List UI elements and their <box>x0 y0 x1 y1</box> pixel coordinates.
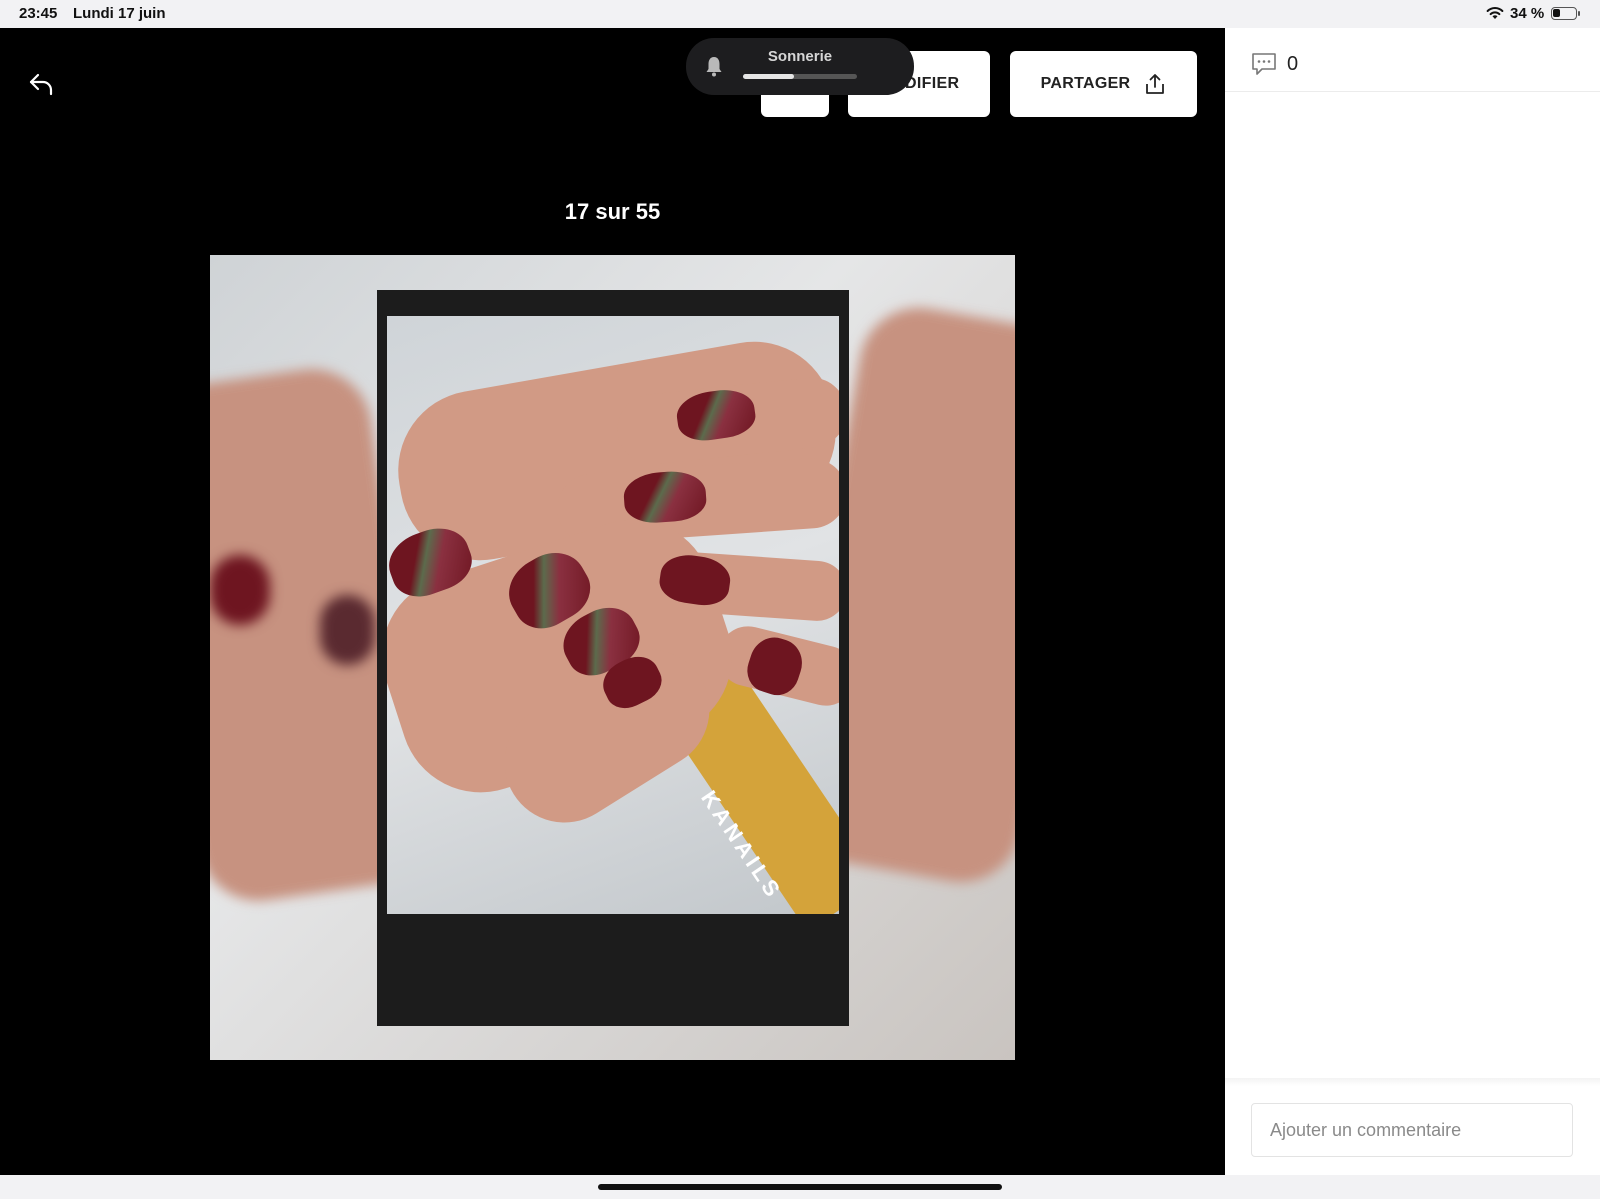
photo-blur-nail-left-2 <box>320 595 375 665</box>
comment-icon <box>1252 53 1276 75</box>
sidebar-divider <box>1225 91 1600 92</box>
battery-tip <box>1578 11 1580 16</box>
photo-counter: 17 sur 55 <box>564 199 661 224</box>
photo-inner: KANAILS <box>387 316 839 914</box>
share-button[interactable]: PARTAGER <box>1010 51 1197 117</box>
photo-polaroid-frame: KANAILS <box>377 290 849 1026</box>
volume-level-track <box>743 74 857 79</box>
photo-blur-nail-left <box>210 555 270 625</box>
volume-hud: Sonnerie <box>686 38 914 95</box>
battery-percent: 34 % <box>1510 5 1545 22</box>
comment-count-value: 0 <box>1287 52 1299 75</box>
photo-image[interactable]: KANAILS <box>210 255 1015 1060</box>
status-bar: 23:45 Lundi 17 juin 34 % <box>0 0 1600 28</box>
home-indicator[interactable] <box>598 1184 1002 1190</box>
comment-input[interactable] <box>1251 1103 1573 1157</box>
volume-hud-label: Sonnerie <box>767 48 833 65</box>
photo-viewer: MODIFIER PARTAGER 17 sur 55 KANAILS Sonn… <box>0 28 1225 1175</box>
sidebar-footer-shadow <box>1225 1078 1600 1086</box>
share-icon <box>1146 74 1165 94</box>
status-time: 23:45 <box>19 5 58 22</box>
share-button-label: PARTAGER <box>1040 75 1131 92</box>
volume-level-fill <box>743 74 795 79</box>
comments-sidebar: 0 <box>1225 28 1600 1175</box>
comment-count: 0 <box>1251 52 1298 76</box>
back-arrow-icon[interactable] <box>26 68 58 100</box>
status-date: Lundi 17 juin <box>73 5 166 22</box>
battery-icon <box>1551 7 1577 20</box>
wifi-icon <box>1486 7 1504 19</box>
